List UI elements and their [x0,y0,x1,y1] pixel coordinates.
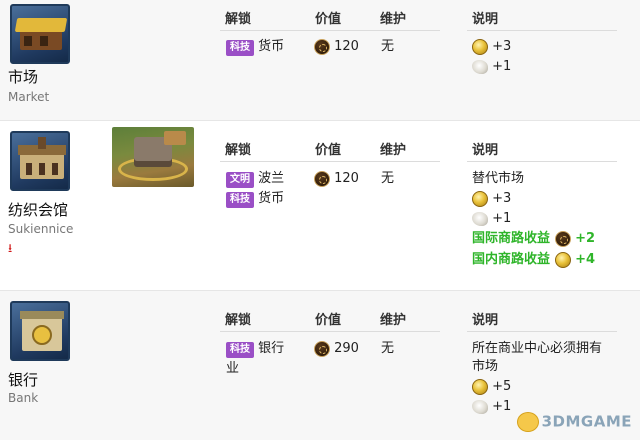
header-divider [220,331,440,332]
watermark-logo: 3DMGAME [516,412,632,432]
maintenance-value: 无 [381,341,395,356]
gold-icon [472,38,488,55]
desc-gold: +5 [472,377,511,397]
amenity-icon [472,399,488,414]
desc-replaces: 替代市场 [472,171,525,186]
production-icon [554,230,571,247]
desc-amenity: +1 [472,397,511,417]
chick-mascot-icon [516,412,539,432]
building-name-cn: 银行 [8,371,39,389]
production-icon [314,38,330,55]
amenity-icon [472,211,488,226]
building-name-en: Market [8,90,50,104]
unlock-cell: 科技 银行 [226,339,284,359]
building-name-cn: 市场 [8,68,39,86]
desc-gold: +3 [472,37,511,57]
header-unlock: 解锁 [225,313,252,328]
maintenance-value: 无 [381,39,395,54]
unlock-civ-link[interactable]: 波兰 [258,171,284,186]
unlock-tech-link[interactable]: 货币 [258,39,284,54]
desc-amenity: +1 [472,57,511,77]
header-desc: 说明 [472,313,499,328]
desc-dom-route: 国内商路收益 +4 [472,251,596,268]
civ-tag: 文明 [226,172,254,188]
download-icon[interactable]: ⭳ [8,239,12,260]
header-unlock: 解锁 [225,12,252,27]
header-divider [467,331,617,332]
header-cost: 价值 [315,12,342,27]
amenity-icon [472,59,488,74]
cost-value: 290 [334,341,359,356]
unlock-cell: 科技 货币 [226,189,284,209]
cost-value: 120 [334,171,359,186]
building-name-en: Bank [8,391,39,405]
building-name-en: Sukiennice [8,222,74,236]
desc-amenity: +1 [472,209,511,229]
unlock-tech-link[interactable]: 银行 [258,341,284,356]
header-divider [220,30,440,31]
building-row-sukiennice: 纺织会馆 Sukiennice ⭳ 解锁 价值 维护 说明 文明 波兰 科技 货… [0,120,640,290]
gold-icon [472,378,488,395]
production-icon [314,340,330,357]
cost-cell: 120 [314,169,359,189]
desc-intl-route: 国际商路收益 +2 [472,230,596,247]
header-maintenance: 维护 [380,12,407,27]
unlock-tech-link[interactable]: 货币 [258,191,284,206]
cost-cell: 120 [314,37,359,57]
gold-icon [554,251,571,268]
desc-requirement-link[interactable]: 市场 [472,357,498,377]
tech-tag: 科技 [226,192,254,208]
unlock-cell: 科技 货币 [226,37,284,57]
bank-icon [10,301,70,361]
maintenance-value: 无 [381,171,395,186]
cost-cell: 290 [314,339,359,359]
gold-icon [472,190,488,207]
header-divider [467,161,617,162]
header-maintenance: 维护 [380,143,407,158]
header-cost: 价值 [315,143,342,158]
header-maintenance: 维护 [380,313,407,328]
unlock-tech-link-wrap[interactable]: 业 [226,359,239,379]
cost-value: 120 [334,39,359,54]
unlock-cell: 文明 波兰 [226,169,284,189]
desc-requirement: 所在商业中心必须拥有 [472,341,603,356]
sukiennice-screenshot-image[interactable] [112,127,194,187]
header-divider [220,161,440,162]
header-desc: 说明 [472,143,499,158]
building-name-cn: 纺织会馆 [8,201,69,219]
header-divider [467,30,617,31]
building-row-market: 市场 Market 解锁 价值 维护 说明 科技 货币 120 无 +3 +1 [0,0,640,120]
market-icon [10,4,70,64]
sukiennice-icon [10,131,70,191]
header-unlock: 解锁 [225,143,252,158]
production-icon [314,170,330,187]
header-cost: 价值 [315,313,342,328]
desc-gold: +3 [472,189,511,209]
tech-tag: 科技 [226,40,254,56]
header-desc: 说明 [472,12,499,27]
tech-tag: 科技 [226,342,254,358]
